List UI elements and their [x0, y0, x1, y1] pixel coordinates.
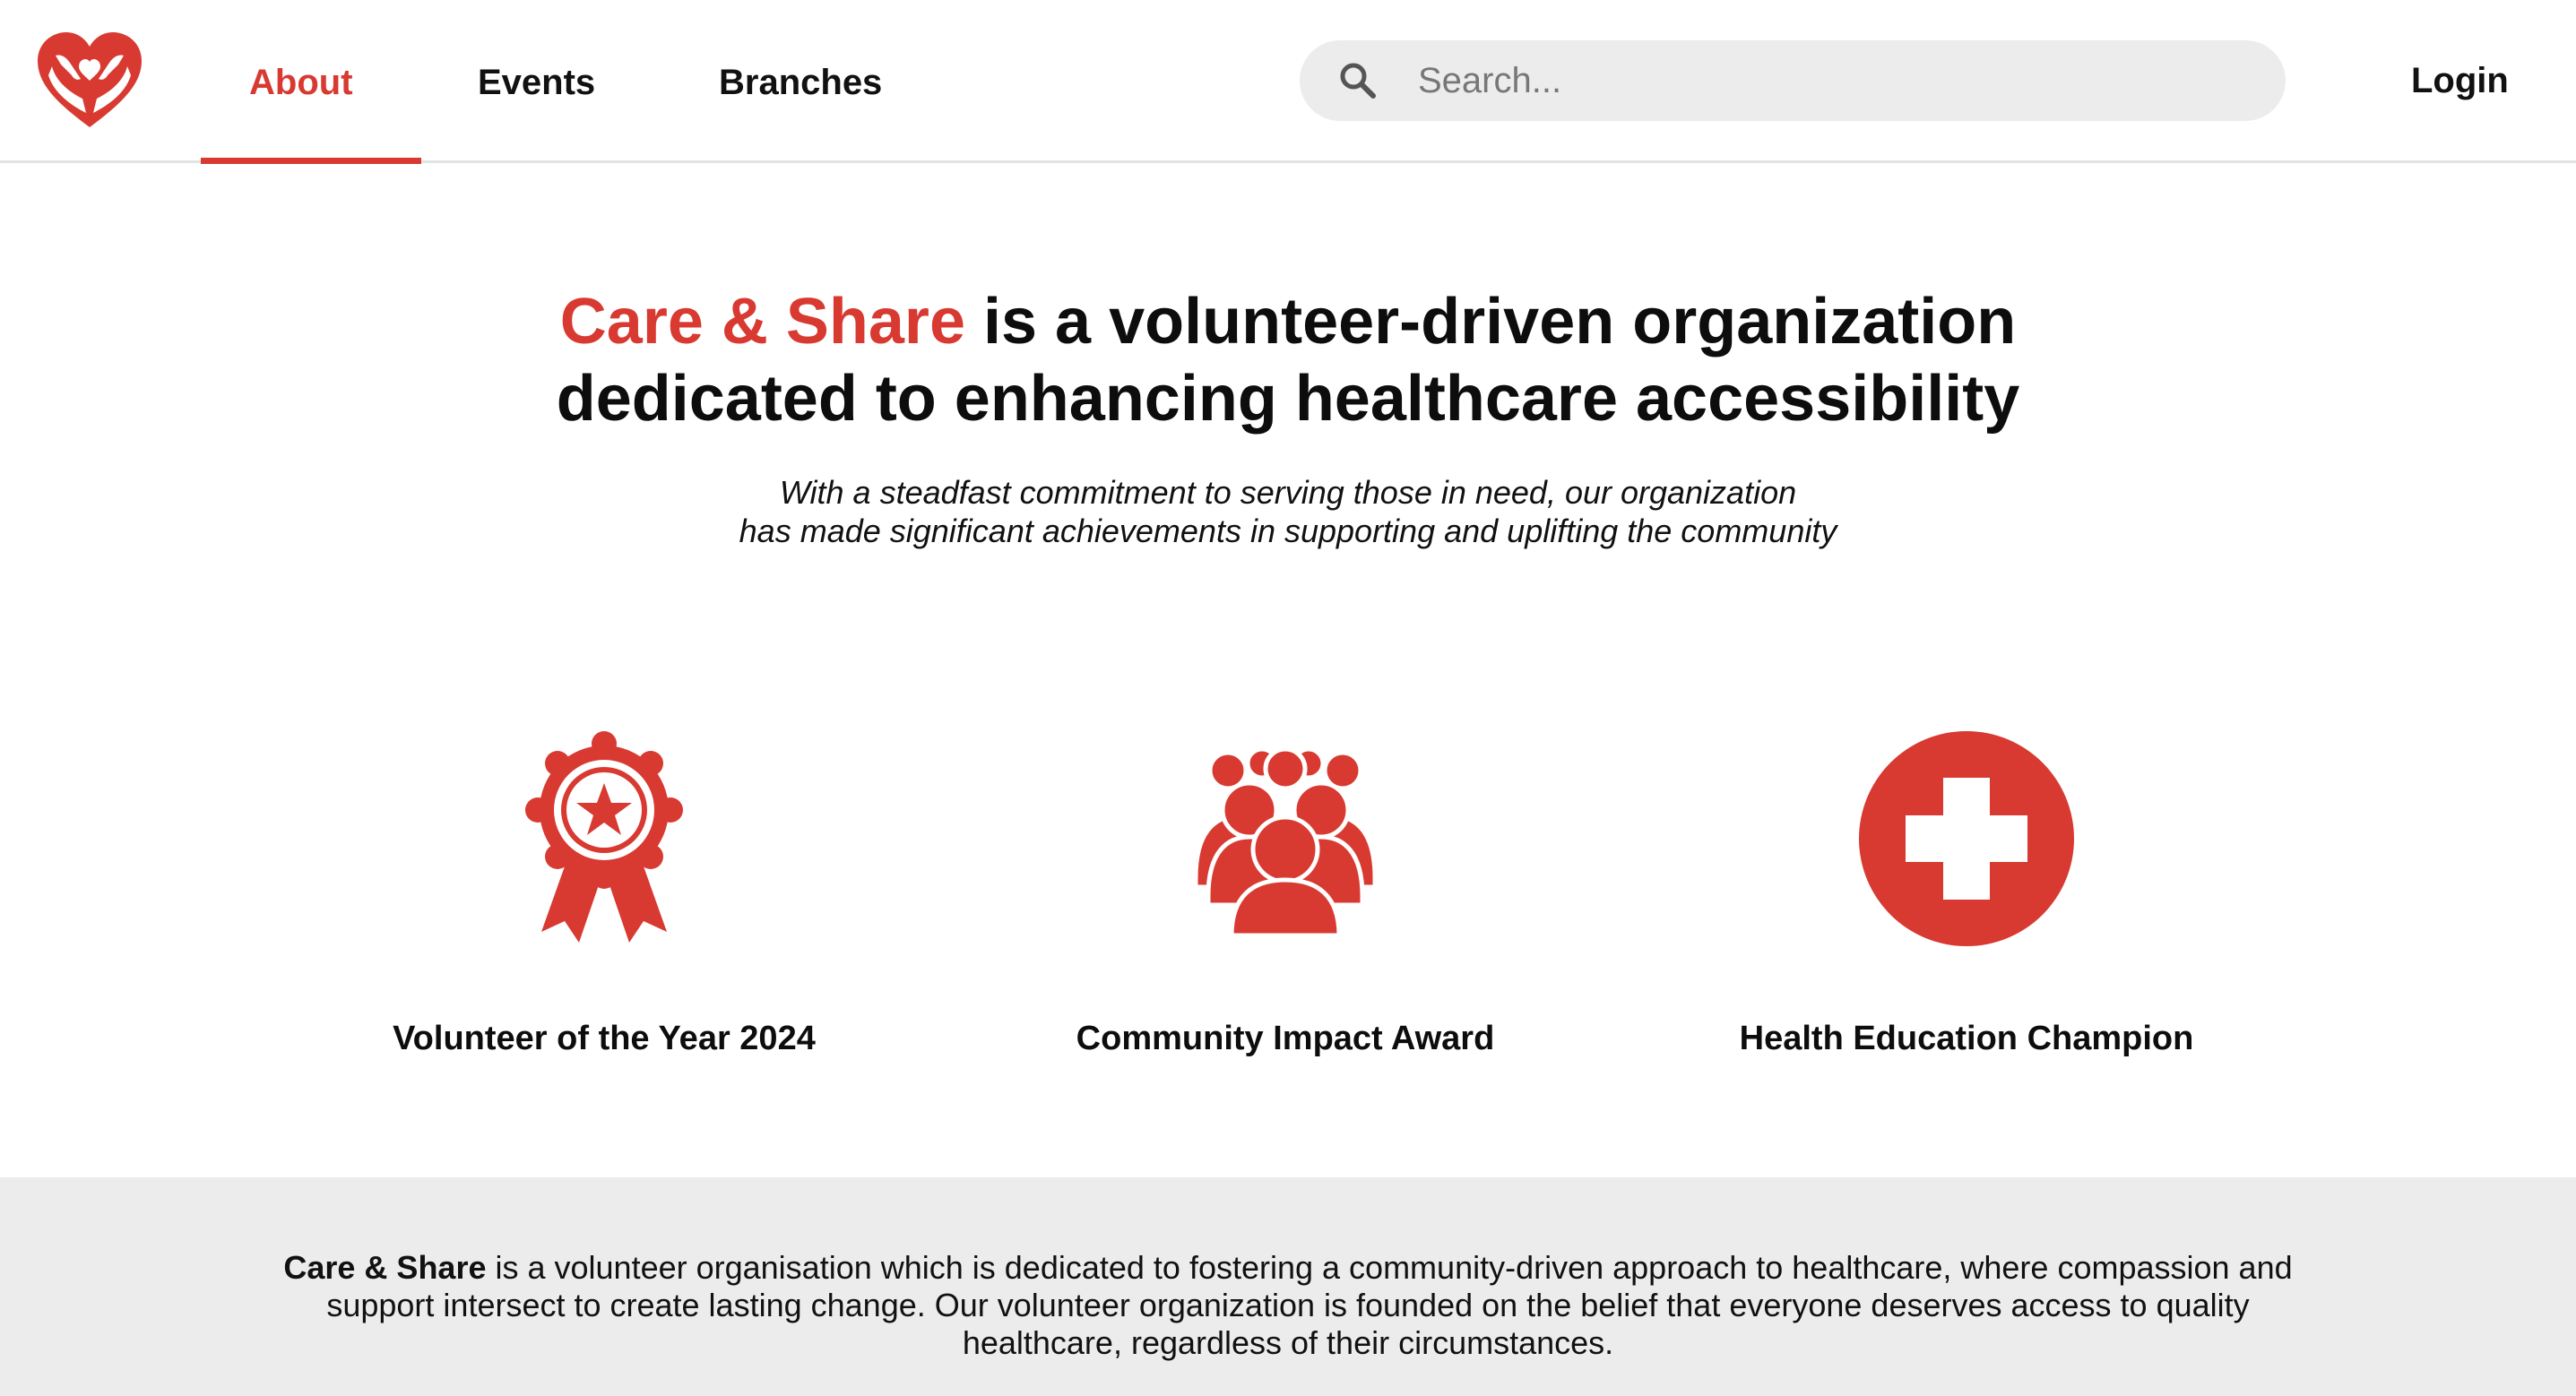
title-line-1: is a volunteer-driven organization [965, 286, 2017, 358]
subtitle-line-1: With a steadfast commitment to serving t… [779, 474, 1797, 511]
subtitle-line-2: has made significant achievements in sup… [739, 513, 1837, 549]
nav-branches[interactable]: Branches [719, 57, 882, 108]
medical-cross-icon [1859, 731, 2074, 946]
brand-name: Care & Share [559, 286, 965, 358]
search-icon[interactable] [1337, 60, 1379, 101]
award-card: Community Impact Award [972, 717, 1599, 1075]
award-ribbon-icon [525, 731, 683, 943]
community-group-icon [1193, 746, 1378, 938]
award-card: Health Education Champion [1653, 717, 2280, 1075]
award-card: Volunteer of the Year 2024 [290, 717, 918, 1075]
nav-events[interactable]: Events [478, 57, 595, 108]
search-bar[interactable] [1300, 40, 2286, 121]
title-line-2: dedicated to enhancing healthcare access… [556, 363, 2020, 435]
award-label: Health Education Champion [1739, 1020, 2194, 1057]
top-nav: About Events Branches Login [0, 0, 2576, 164]
login-button[interactable]: Login [2411, 56, 2509, 106]
info-brand-name: Care & Share [283, 1249, 487, 1286]
search-input[interactable] [1416, 40, 2259, 121]
award-label: Community Impact Award [1076, 1020, 1495, 1057]
active-tab-indicator [201, 158, 421, 164]
heart-hands-icon[interactable] [34, 30, 145, 131]
award-label: Volunteer of the Year 2024 [393, 1020, 816, 1057]
nav-about[interactable]: About [249, 57, 353, 108]
info-text: is a volunteer organisation which is ded… [326, 1249, 2293, 1361]
about-info-section: Care & Share is a volunteer organisation… [0, 1177, 2576, 1396]
page-subtitle: With a steadfast commitment to serving t… [0, 473, 2576, 550]
about-description: Care & Share is a volunteer organisation… [260, 1249, 2316, 1362]
page-title: Care & Share is a volunteer-driven organ… [0, 283, 2576, 437]
